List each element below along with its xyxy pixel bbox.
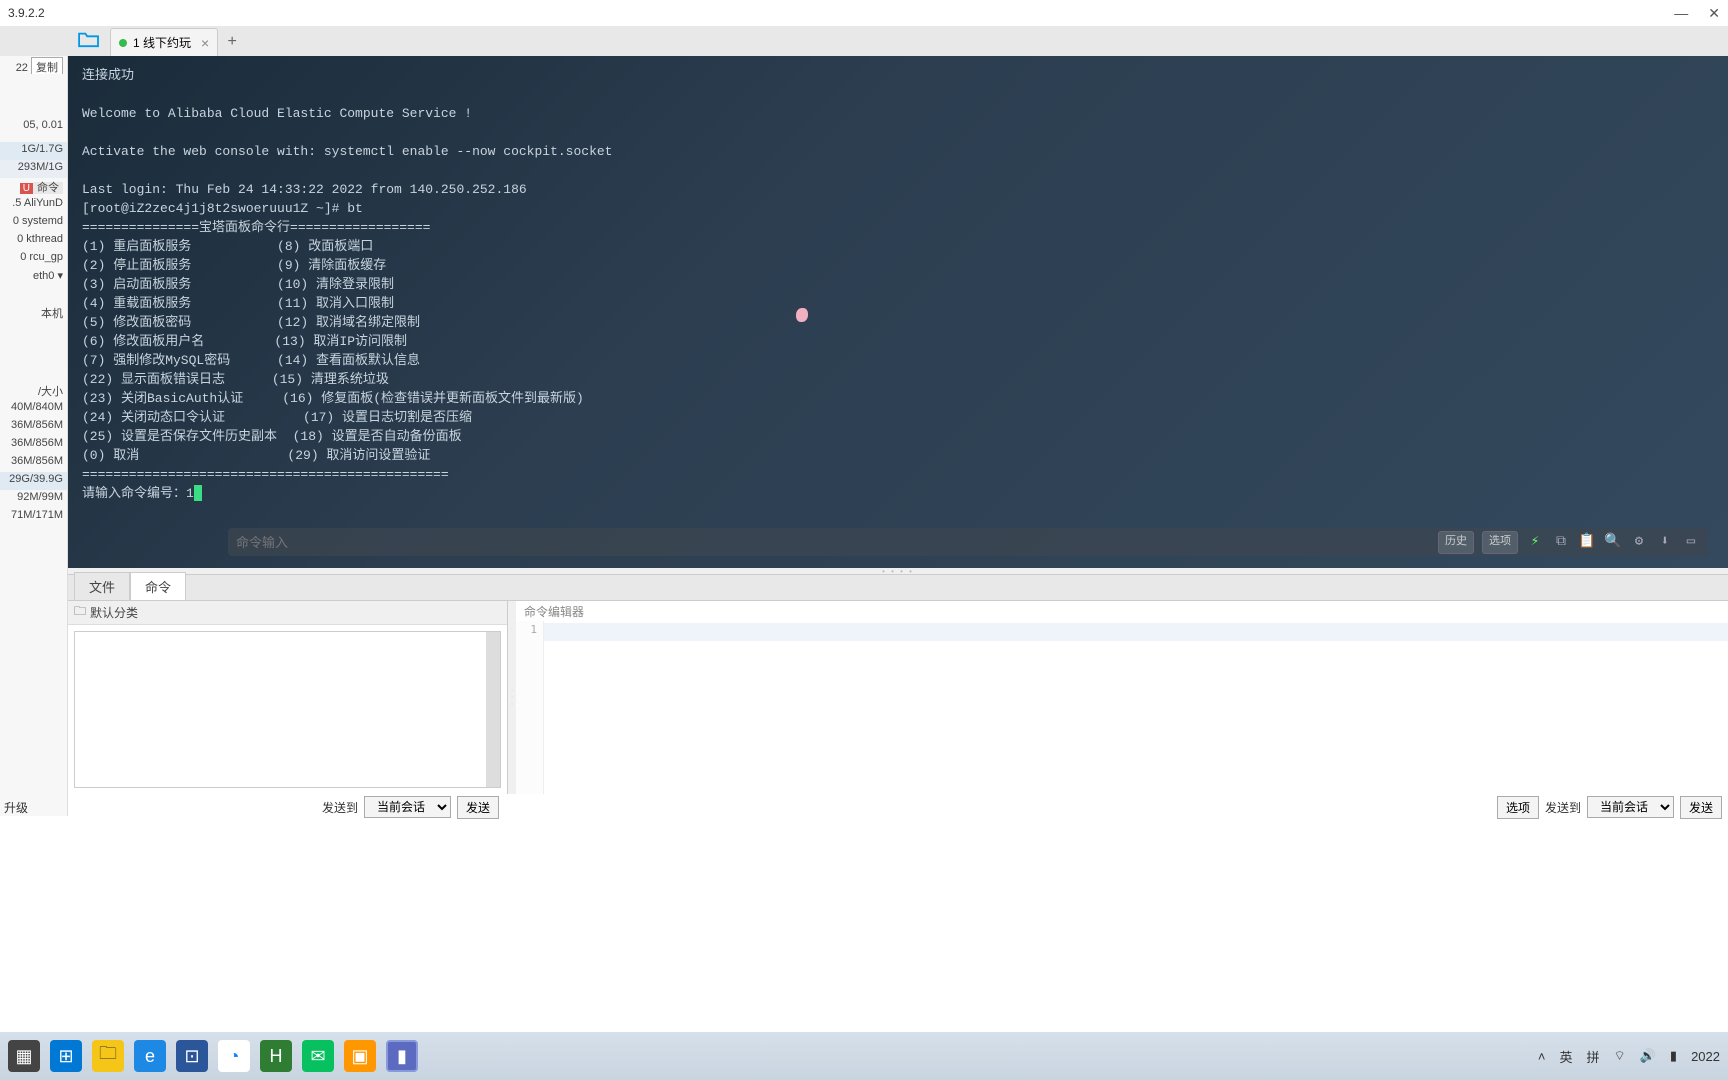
minimize-button[interactable]: — xyxy=(1674,5,1688,22)
taskview-icon[interactable]: ▦ xyxy=(8,1040,40,1072)
session-tab[interactable]: 1 线下约玩 × xyxy=(110,28,218,56)
status-dot-icon xyxy=(119,39,127,47)
mem-2: 293M/1G xyxy=(0,160,67,178)
app3-icon[interactable]: ▣ xyxy=(344,1040,376,1072)
cmd-label: 命令 xyxy=(33,182,63,194)
command-editor-pane: 命令编辑器 1 xyxy=(516,601,1728,794)
proc-1: .5 AliYunD xyxy=(0,196,67,214)
scrollbar[interactable] xyxy=(486,632,500,787)
app-version: 3.9.2.2 xyxy=(8,6,45,20)
sizes-header: /大小 xyxy=(0,382,67,400)
fullscreen-icon[interactable]: ▭ xyxy=(1682,533,1700,552)
size-4: 36M/856M xyxy=(0,454,67,472)
line-number: 1 xyxy=(530,623,537,636)
edge-icon[interactable]: e xyxy=(134,1040,166,1072)
options-button-right[interactable]: 选项 xyxy=(1497,796,1539,819)
proc-3: 0 kthread xyxy=(0,232,67,250)
session-select-right[interactable]: 当前会话 xyxy=(1587,796,1674,818)
wechat-icon[interactable]: ✉ xyxy=(302,1040,334,1072)
title-bar: 3.9.2.2 — ✕ xyxy=(0,0,1728,26)
size-2: 36M/856M xyxy=(0,418,67,436)
local-label: 本机 xyxy=(0,304,67,322)
session-select-left[interactable]: 当前会话 xyxy=(364,796,451,818)
battery-icon[interactable]: ▮ xyxy=(1670,1048,1677,1064)
side-num: 22 xyxy=(16,62,28,74)
options-button[interactable]: 选项 xyxy=(1482,531,1518,554)
terminal[interactable]: 连接成功 Welcome to Alibaba Cloud Elastic Co… xyxy=(68,56,1728,568)
system-tray: ˄ 英 拼 ⌔ 🔊 ▮ 2022 xyxy=(1538,1047,1720,1066)
size-6: 92M/99M xyxy=(0,490,67,508)
size-3: 36M/856M xyxy=(0,436,67,454)
close-button[interactable]: ✕ xyxy=(1708,5,1720,22)
tab-file[interactable]: 文件 xyxy=(74,572,130,600)
history-button[interactable]: 历史 xyxy=(1438,531,1474,554)
line-gutter: 1 xyxy=(516,621,544,794)
mem-1: 1G/1.7G xyxy=(0,142,67,160)
tab-label: 1 线下约玩 xyxy=(133,34,191,51)
tab-command[interactable]: 命令 xyxy=(130,572,186,600)
category-bar[interactable]: 🗀 默认分类 xyxy=(68,601,507,625)
iface-select[interactable]: eth0 ▾ xyxy=(0,268,67,286)
plus-icon: + xyxy=(228,33,237,51)
new-tab-button[interactable]: + xyxy=(218,28,246,56)
app1-icon[interactable]: ◔ xyxy=(218,1040,250,1072)
tab-bar: 1 线下约玩 × + xyxy=(0,26,1728,56)
paste-icon[interactable]: 📋 xyxy=(1578,533,1596,552)
send-to-label-right: 发送到 xyxy=(1545,799,1581,816)
start-icon[interactable]: ⊞ xyxy=(50,1040,82,1072)
command-bar: 历史 选项 ⚡ ⧉ 📋 🔍 ⚙ ⬇ ▭ xyxy=(228,528,1708,556)
command-list-pane: 🗀 默认分类 xyxy=(68,601,508,794)
download-icon[interactable]: ⬇ xyxy=(1656,533,1674,552)
terminal-app-icon[interactable]: ▮ xyxy=(386,1040,418,1072)
folder-icon[interactable] xyxy=(78,30,102,54)
lang2[interactable]: 拼 xyxy=(1586,1047,1599,1066)
chevron-up-icon[interactable]: ˄ xyxy=(1538,1049,1546,1064)
search-icon[interactable]: 🔍 xyxy=(1604,533,1622,552)
size-1: 40M/840M xyxy=(0,400,67,418)
cmd-badge: U xyxy=(20,183,33,194)
command-input[interactable] xyxy=(236,535,1430,550)
send-bar-left: 升级 发送到 当前会话 发送 xyxy=(0,794,505,820)
copy-button[interactable]: 复制 xyxy=(31,57,63,74)
editor-title: 命令编辑器 xyxy=(516,601,1728,621)
send-to-label: 发送到 xyxy=(322,799,358,816)
folder-small-icon: 🗀 xyxy=(74,602,86,623)
size-5: 29G/39.9G xyxy=(0,472,67,490)
send-button-left[interactable]: 发送 xyxy=(457,796,499,819)
bolt-icon[interactable]: ⚡ xyxy=(1526,533,1544,552)
explorer-icon[interactable]: 🗀 xyxy=(92,1040,124,1072)
volume-icon[interactable]: 🔊 xyxy=(1640,1048,1656,1064)
pointer-icon xyxy=(796,308,808,322)
command-list[interactable] xyxy=(74,631,501,788)
gear-icon[interactable]: ⚙ xyxy=(1630,533,1648,552)
bottom-tab-bar: 文件 命令 xyxy=(68,574,1728,600)
copy-icon[interactable]: ⧉ xyxy=(1552,533,1570,552)
send-bar-right: 选项 发送到 当前会话 发送 xyxy=(510,794,1728,820)
proc-2: 0 systemd xyxy=(0,214,67,232)
cursor-icon xyxy=(194,485,202,501)
proc-4: 0 rcu_gp xyxy=(0,250,67,268)
wifi-icon[interactable]: ⌔ xyxy=(1614,1048,1626,1064)
editor-body[interactable]: 1 xyxy=(516,621,1728,794)
editor-current-line[interactable] xyxy=(544,623,1728,641)
terminal-output: 连接成功 Welcome to Alibaba Cloud Elastic Co… xyxy=(82,68,613,501)
lang1[interactable]: 英 xyxy=(1559,1047,1572,1066)
side-panel: 22 复制 05, 0.01 1G/1.7G 293M/1G U命令 .5 Al… xyxy=(0,56,68,816)
store-icon[interactable]: ⊡ xyxy=(176,1040,208,1072)
load-avg: 05, 0.01 xyxy=(0,118,67,136)
tab-close-icon[interactable]: × xyxy=(201,35,209,51)
taskbar: ▦ ⊞ 🗀 e ⊡ ◔ H ✉ ▣ ▮ ˄ 英 拼 ⌔ 🔊 ▮ 2022 xyxy=(0,1032,1728,1080)
vertical-splitter[interactable]: ··· xyxy=(508,601,516,794)
bottom-panel: 🗀 默认分类 ··· 命令编辑器 1 xyxy=(68,600,1728,794)
category-label: 默认分类 xyxy=(90,604,138,621)
upgrade-link[interactable]: 升级 xyxy=(4,799,28,816)
size-7: 71M/171M xyxy=(0,508,67,526)
clock[interactable]: 2022 xyxy=(1691,1049,1720,1064)
app2-icon[interactable]: H xyxy=(260,1040,292,1072)
send-button-right[interactable]: 发送 xyxy=(1680,796,1722,819)
